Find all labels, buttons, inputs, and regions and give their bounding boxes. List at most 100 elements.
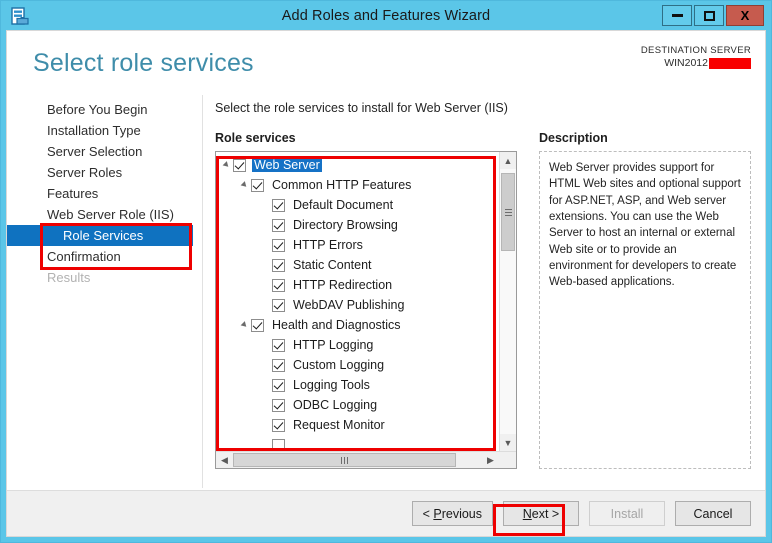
tree-item-partial-next-row[interactable] <box>216 435 499 451</box>
checkbox-odbc-logging[interactable] <box>272 398 285 412</box>
tree-item-label: Static Content <box>293 258 372 272</box>
previous-button[interactable]: < Previous <box>411 501 493 526</box>
tree-item-http-logging[interactable]: HTTP Logging <box>216 335 499 355</box>
tree-item-directory-browsing[interactable]: Directory Browsing <box>216 215 499 235</box>
wizard-window: Add Roles and Features Wizard X Select r… <box>0 0 772 543</box>
scroll-right-arrow-icon[interactable]: ▶ <box>482 452 499 468</box>
tree-item-logging-tools[interactable]: Logging Tools <box>216 375 499 395</box>
role-services-column: Role services Web Server Common HTTP Fea… <box>215 131 517 490</box>
pane-columns: Role services Web Server Common HTTP Fea… <box>215 131 751 490</box>
checkbox-webdav-publishing[interactable] <box>272 298 285 312</box>
tree-item-label: Web Server <box>252 158 322 172</box>
checkbox-health-and-diagnostics[interactable] <box>251 318 264 332</box>
sidebar-item-before-you-begin[interactable]: Before You Begin <box>7 99 203 120</box>
window-title: Add Roles and Features Wizard <box>281 7 491 24</box>
page-title: Select role services <box>33 49 254 77</box>
checkbox-logging-tools[interactable] <box>272 378 285 392</box>
tree-item-label: Logging Tools <box>293 378 370 392</box>
tree-item-health-and-diagnostics[interactable]: Health and Diagnostics <box>216 315 499 335</box>
tree-item-odbc-logging[interactable]: ODBC Logging <box>216 395 499 415</box>
sidebar-item-installation-type[interactable]: Installation Type <box>7 120 203 141</box>
checkbox-directory-browsing[interactable] <box>272 218 285 232</box>
tree-item-label: Default Document <box>293 198 394 212</box>
tree-vertical-scrollbar[interactable]: ▲ ▼ <box>499 152 516 451</box>
vertical-scroll-thumb[interactable] <box>501 173 515 251</box>
description-text: Web Server provides support for HTML Web… <box>539 151 751 469</box>
vertical-scroll-track[interactable] <box>500 169 516 434</box>
minimize-icon <box>671 14 683 17</box>
sidebar-item-results: Results <box>47 270 91 285</box>
page-header: Select role services DESTINATION SERVER … <box>7 31 765 93</box>
tree-item-http-errors[interactable]: HTTP Errors <box>216 235 499 255</box>
tree-item-common-http-features[interactable]: Common HTTP Features <box>216 175 499 195</box>
description-label: Description <box>539 131 608 145</box>
tree-item-webdav-publishing[interactable]: WebDAV Publishing <box>216 295 499 315</box>
destination-server-label: DESTINATION SERVER <box>640 45 751 56</box>
tree-item-label: HTTP Errors <box>293 238 363 252</box>
tree-item-label: Directory Browsing <box>293 218 398 232</box>
tree-item-label: HTTP Redirection <box>293 278 393 292</box>
tree-list[interactable]: Web Server Common HTTP Features Default … <box>216 152 499 451</box>
tree-item-label: ODBC Logging <box>293 398 378 412</box>
tree-item-label: Common HTTP Features <box>272 178 412 192</box>
tree-item-label: WebDAV Publishing <box>293 298 405 312</box>
maximize-button[interactable] <box>694 5 724 26</box>
sidebar-item-role-services[interactable]: Role Services <box>7 225 193 246</box>
scroll-grip-icon <box>340 456 349 464</box>
sidebar-item-features[interactable]: Features <box>7 183 203 204</box>
tree-item-label: Health and Diagnostics <box>272 318 401 332</box>
tree-item-custom-logging[interactable]: Custom Logging <box>216 355 499 375</box>
checkbox-static-content[interactable] <box>272 258 285 272</box>
install-button: Install <box>589 501 665 526</box>
tree-item-http-redirection[interactable]: HTTP Redirection <box>216 275 499 295</box>
right-pane: Select the role services to install for … <box>203 93 765 490</box>
destination-server-block: DESTINATION SERVER WIN2012 <box>641 45 751 70</box>
checkbox-common-http-features[interactable] <box>251 178 264 192</box>
tree-item-default-document[interactable]: Default Document <box>216 195 499 215</box>
window-controls: X <box>662 5 764 26</box>
checkbox-web-server[interactable] <box>233 158 246 172</box>
tree-item-label: Request Monitor <box>293 418 385 432</box>
checkbox-custom-logging[interactable] <box>272 358 285 372</box>
close-button[interactable]: X <box>726 5 764 26</box>
sidebar-item-web-server-role-iis[interactable]: Web Server Role (IIS) <box>7 204 203 225</box>
scrollbar-corner <box>499 452 516 468</box>
main-area: Before You Begin Installation Type Serve… <box>7 93 765 490</box>
tree-horizontal-scrollbar[interactable]: ◀ ▶ <box>216 451 516 468</box>
chevron-expand-icon[interactable] <box>238 321 251 329</box>
chevron-expand-icon[interactable] <box>238 181 251 189</box>
sidebar-item-server-selection[interactable]: Server Selection <box>7 141 203 162</box>
cancel-button[interactable]: Cancel <box>675 501 751 526</box>
checkbox-http-errors[interactable] <box>272 238 285 252</box>
tree-item-web-server[interactable]: Web Server <box>216 155 499 175</box>
scroll-down-arrow-icon[interactable]: ▼ <box>500 434 516 451</box>
role-services-tree[interactable]: Web Server Common HTTP Features Default … <box>215 151 517 469</box>
scroll-up-arrow-icon[interactable]: ▲ <box>500 152 516 169</box>
checkbox-request-monitor[interactable] <box>272 418 285 432</box>
scroll-left-arrow-icon[interactable]: ◀ <box>216 452 233 468</box>
horizontal-scroll-track[interactable] <box>233 452 482 468</box>
server-wizard-icon <box>9 5 31 27</box>
horizontal-scroll-thumb[interactable] <box>233 453 456 467</box>
instruction-text: Select the role services to install for … <box>215 101 508 115</box>
checkbox-partial-row[interactable] <box>272 438 285 451</box>
tree-item-request-monitor[interactable]: Request Monitor <box>216 415 499 435</box>
redaction-bar <box>709 57 751 69</box>
scroll-grip-icon <box>504 207 512 218</box>
sidebar-item-confirmation[interactable]: Confirmation <box>7 246 203 267</box>
wizard-footer: < Previous Next > Install Cancel <box>7 490 765 536</box>
chevron-expand-icon[interactable] <box>220 161 233 169</box>
minimize-button[interactable] <box>662 5 692 26</box>
tree-item-label: Custom Logging <box>293 358 385 372</box>
checkbox-http-redirection[interactable] <box>272 278 285 292</box>
checkbox-http-logging[interactable] <box>272 338 285 352</box>
window-content: Select role services DESTINATION SERVER … <box>6 30 766 537</box>
destination-server-name: WIN2012 <box>664 56 708 69</box>
tree-item-label: HTTP Logging <box>293 338 374 352</box>
tree-rows-area: Web Server Common HTTP Features Default … <box>216 152 516 451</box>
next-button[interactable]: Next > <box>503 501 579 526</box>
wizard-nav-sidebar: Before You Begin Installation Type Serve… <box>7 93 203 490</box>
checkbox-default-document[interactable] <box>272 198 285 212</box>
tree-item-static-content[interactable]: Static Content <box>216 255 499 275</box>
sidebar-item-server-roles[interactable]: Server Roles <box>7 162 203 183</box>
